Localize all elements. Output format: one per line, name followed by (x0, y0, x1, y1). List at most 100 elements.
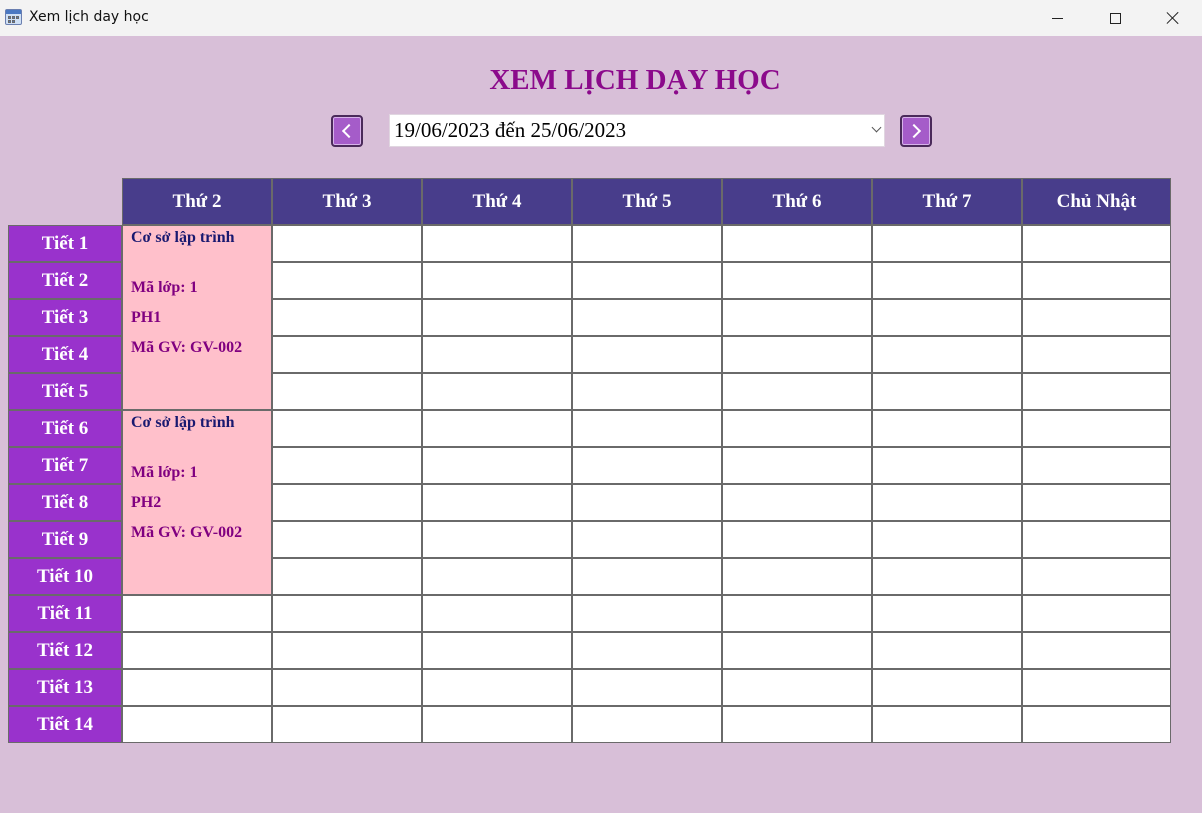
schedule-cell[interactable] (422, 632, 572, 669)
schedule-cell[interactable] (722, 706, 872, 743)
schedule-cell[interactable] (722, 521, 872, 558)
previous-week-button[interactable] (331, 115, 363, 147)
schedule-cell[interactable] (422, 373, 572, 410)
next-week-button[interactable] (900, 115, 932, 147)
schedule-cell[interactable] (572, 447, 722, 484)
schedule-cell[interactable] (572, 484, 722, 521)
schedule-cell[interactable] (1022, 669, 1171, 706)
schedule-cell[interactable] (722, 336, 872, 373)
schedule-cell[interactable] (722, 484, 872, 521)
schedule-cell[interactable] (872, 299, 1022, 336)
schedule-cell[interactable] (272, 558, 422, 595)
schedule-cell[interactable] (272, 669, 422, 706)
schedule-cell[interactable] (272, 706, 422, 743)
schedule-cell[interactable] (572, 336, 722, 373)
schedule-cell[interactable] (1022, 595, 1171, 632)
schedule-cell[interactable] (722, 225, 872, 262)
schedule-cell[interactable] (1022, 299, 1171, 336)
schedule-cell[interactable] (572, 632, 722, 669)
schedule-cell[interactable] (122, 595, 272, 632)
schedule-cell[interactable] (272, 447, 422, 484)
schedule-cell[interactable] (422, 299, 572, 336)
schedule-cell[interactable] (872, 336, 1022, 373)
schedule-cell[interactable] (872, 595, 1022, 632)
schedule-cell[interactable] (1022, 706, 1171, 743)
schedule-cell[interactable] (272, 595, 422, 632)
schedule-cell[interactable] (422, 521, 572, 558)
schedule-cell[interactable] (1022, 447, 1171, 484)
schedule-cell[interactable] (872, 410, 1022, 447)
schedule-cell[interactable] (422, 225, 572, 262)
schedule-cell[interactable] (572, 558, 722, 595)
schedule-cell[interactable] (722, 262, 872, 299)
minimize-button[interactable] (1028, 0, 1086, 36)
schedule-cell[interactable] (722, 410, 872, 447)
schedule-cell[interactable] (872, 632, 1022, 669)
schedule-cell[interactable] (272, 484, 422, 521)
lesson-card[interactable]: Cơ sở lập trình Mã lớp: 1 PH1 Mã GV: GV-002 (122, 225, 272, 410)
schedule-cell[interactable] (272, 373, 422, 410)
schedule-cell[interactable] (422, 410, 572, 447)
schedule-cell[interactable] (272, 225, 422, 262)
schedule-cell[interactable] (872, 447, 1022, 484)
schedule-cell[interactable] (1022, 558, 1171, 595)
schedule-cell[interactable] (1022, 484, 1171, 521)
schedule-cell[interactable] (422, 484, 572, 521)
schedule-cell[interactable] (572, 521, 722, 558)
schedule-cell[interactable] (422, 447, 572, 484)
schedule-cell[interactable] (722, 669, 872, 706)
schedule-cell[interactable] (272, 632, 422, 669)
day-header: Thứ 3 (272, 178, 422, 225)
schedule-cell[interactable] (572, 595, 722, 632)
schedule-cell[interactable] (572, 373, 722, 410)
schedule-cell[interactable] (572, 299, 722, 336)
day-header: Thứ 4 (422, 178, 572, 225)
schedule-cell[interactable] (572, 225, 722, 262)
schedule-cell[interactable] (572, 410, 722, 447)
schedule-cell[interactable] (122, 669, 272, 706)
week-select-value: 19/06/2023 đến 25/06/2023 (394, 118, 627, 142)
schedule-cell[interactable] (722, 595, 872, 632)
schedule-cell[interactable] (1022, 225, 1171, 262)
schedule-cell[interactable] (722, 632, 872, 669)
schedule-cell[interactable] (1022, 262, 1171, 299)
schedule-cell[interactable] (872, 669, 1022, 706)
schedule-cell[interactable] (422, 336, 572, 373)
schedule-cell[interactable] (722, 299, 872, 336)
schedule-cell[interactable] (272, 521, 422, 558)
schedule-cell[interactable] (722, 558, 872, 595)
schedule-cell[interactable] (272, 262, 422, 299)
close-button[interactable] (1144, 0, 1202, 36)
schedule-cell[interactable] (122, 632, 272, 669)
schedule-cell[interactable] (1022, 632, 1171, 669)
title-bar: Xem lịch day học (0, 0, 1202, 36)
schedule-cell[interactable] (872, 373, 1022, 410)
schedule-cell[interactable] (572, 262, 722, 299)
lesson-card[interactable]: Cơ sở lập trình Mã lớp: 1 PH2 Mã GV: GV-002 (122, 410, 272, 595)
schedule-cell[interactable] (1022, 336, 1171, 373)
schedule-cell[interactable] (872, 225, 1022, 262)
schedule-cell[interactable] (872, 706, 1022, 743)
schedule-cell[interactable] (722, 447, 872, 484)
schedule-cell[interactable] (1022, 521, 1171, 558)
schedule-cell[interactable] (122, 706, 272, 743)
schedule-cell[interactable] (1022, 373, 1171, 410)
schedule-cell[interactable] (422, 262, 572, 299)
schedule-cell[interactable] (872, 521, 1022, 558)
schedule-cell[interactable] (872, 262, 1022, 299)
schedule-cell[interactable] (872, 558, 1022, 595)
schedule-cell[interactable] (572, 706, 722, 743)
schedule-cell[interactable] (872, 484, 1022, 521)
schedule-cell[interactable] (422, 706, 572, 743)
schedule-cell[interactable] (1022, 410, 1171, 447)
schedule-cell[interactable] (722, 373, 872, 410)
schedule-cell[interactable] (422, 595, 572, 632)
schedule-cell[interactable] (572, 669, 722, 706)
schedule-cell[interactable] (422, 669, 572, 706)
schedule-cell[interactable] (272, 299, 422, 336)
schedule-cell[interactable] (422, 558, 572, 595)
schedule-cell[interactable] (272, 336, 422, 373)
schedule-cell[interactable] (272, 410, 422, 447)
week-select[interactable]: 19/06/2023 đến 25/06/2023 (389, 114, 885, 147)
maximize-button[interactable] (1086, 0, 1144, 36)
